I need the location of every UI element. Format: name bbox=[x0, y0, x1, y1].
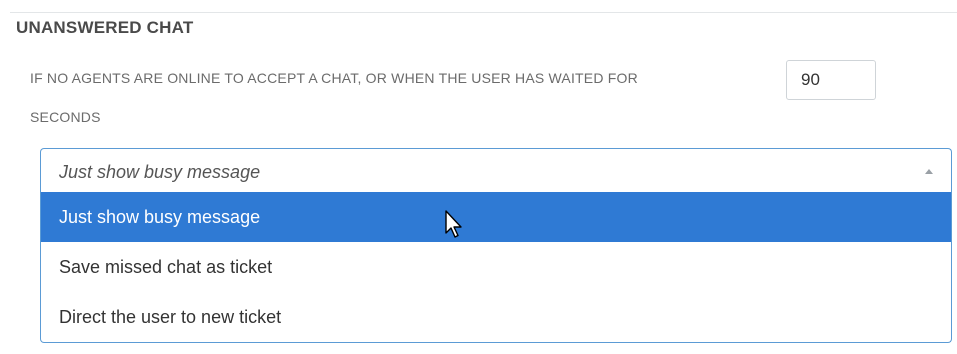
wait-seconds-input[interactable] bbox=[786, 60, 876, 100]
wait-description: IF NO AGENTS ARE ONLINE TO ACCEPT A CHAT… bbox=[30, 70, 638, 86]
action-select[interactable]: Just show busy message bbox=[40, 148, 952, 193]
mouse-pointer-icon bbox=[445, 210, 462, 238]
option-direct-user-to-new-ticket[interactable]: Direct the user to new ticket bbox=[41, 292, 951, 342]
page: UNANSWERED CHAT IF NO AGENTS ARE ONLINE … bbox=[0, 0, 957, 354]
seconds-label: SECONDS bbox=[30, 109, 101, 125]
option-just-show-busy-message[interactable]: Just show busy message bbox=[41, 192, 951, 242]
option-save-missed-chat-as-ticket[interactable]: Save missed chat as ticket bbox=[41, 242, 951, 292]
section-title: UNANSWERED CHAT bbox=[16, 18, 194, 37]
caret-up-icon[interactable] bbox=[925, 169, 933, 174]
action-select-dropdown: Just show busy message Save missed chat … bbox=[40, 192, 952, 343]
action-select-value: Just show busy message bbox=[59, 162, 261, 182]
